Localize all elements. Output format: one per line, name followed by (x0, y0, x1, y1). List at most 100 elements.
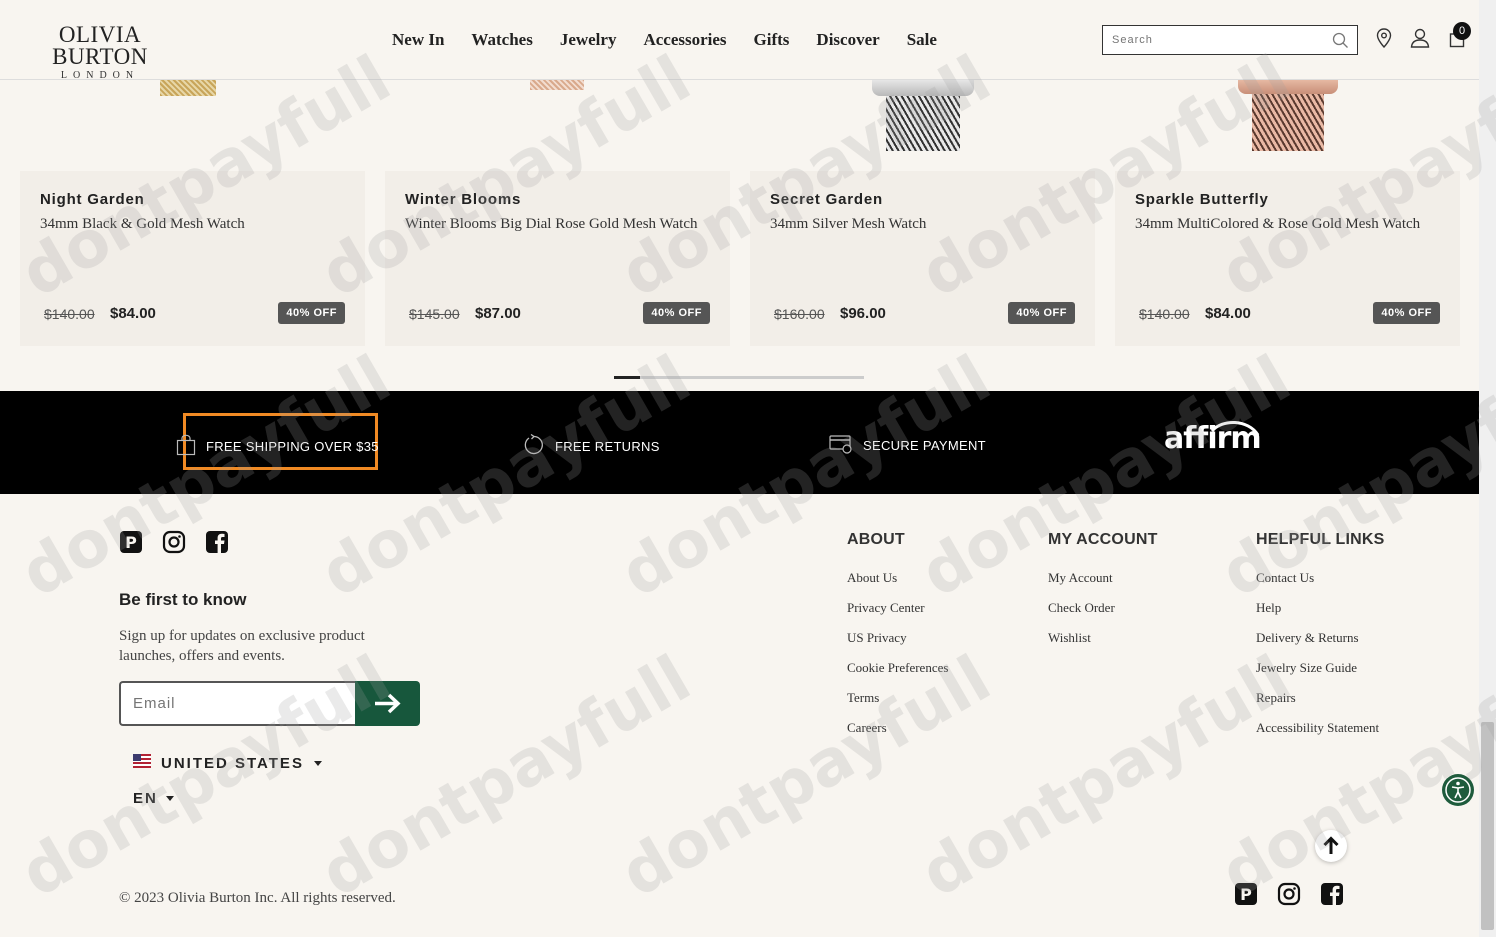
facebook-icon[interactable] (205, 530, 229, 554)
site-logo[interactable]: OLIVIA BURTON LONDON (14, 22, 186, 81)
footer-link[interactable]: Careers (847, 713, 948, 743)
footer-link[interactable]: Cookie Preferences (847, 653, 948, 683)
newsletter-heading: Be first to know (119, 590, 247, 609)
footer-column-about: ABOUT About Us Privacy Center US Privacy… (847, 531, 948, 743)
product-card[interactable]: Winter Blooms Winter Blooms Big Dial Ros… (385, 171, 730, 346)
nav-watches[interactable]: Watches (471, 30, 532, 50)
credit-card-icon (829, 434, 853, 457)
newsletter-submit-button[interactable] (355, 681, 420, 726)
carousel-progress[interactable] (614, 376, 864, 379)
chevron-down-icon (165, 796, 174, 801)
returns-arrow-icon (523, 433, 545, 459)
product-sale-price: $84.00 (110, 305, 156, 322)
product-title[interactable]: Winter Blooms Big Dial Rose Gold Mesh Wa… (405, 216, 697, 233)
product-original-price: $160.00 (774, 306, 825, 322)
newsletter-description: Sign up for updates on exclusive product… (119, 628, 365, 664)
arrow-right-icon (375, 693, 401, 714)
footer-link[interactable]: Help (1256, 593, 1385, 623)
accessibility-widget-button[interactable] (1442, 774, 1474, 806)
free-shipping-benefit[interactable]: FREE SHIPPING OVER $35 (176, 434, 379, 459)
back-to-top-button[interactable] (1315, 830, 1347, 862)
main-nav: New In Watches Jewelry Accessories Gifts… (392, 30, 937, 50)
product-title[interactable]: 34mm Black & Gold Mesh Watch (40, 216, 245, 233)
secure-payment-benefit[interactable]: SECURE PAYMENT (829, 434, 986, 457)
footer-column-helpful-links: HELPFUL LINKS Contact Us Help Delivery &… (1256, 531, 1385, 743)
product-image-secret-garden[interactable] (886, 96, 960, 151)
product-collection: Winter Blooms (405, 191, 522, 208)
search-box (1102, 25, 1358, 55)
facebook-icon[interactable] (1320, 882, 1344, 906)
discount-badge: 40% OFF (643, 302, 710, 324)
instagram-icon[interactable] (1277, 882, 1301, 906)
language-label: EN (133, 790, 158, 807)
product-image-sparkle-butterfly-case (1238, 80, 1338, 94)
nav-sale[interactable]: Sale (907, 30, 937, 50)
email-input[interactable] (121, 683, 357, 724)
pinterest-icon[interactable]: P (119, 530, 143, 554)
cart-count-badge: 0 (1453, 22, 1471, 40)
footer-link[interactable]: US Privacy (847, 623, 948, 653)
product-collection: Secret Garden (770, 191, 883, 208)
site-header: OLIVIA BURTON LONDON New In Watches Jewe… (0, 0, 1479, 81)
product-title[interactable]: 34mm Silver Mesh Watch (770, 216, 926, 233)
benefits-bar: FREE SHIPPING OVER $35 FREE RETURNS SECU… (0, 391, 1479, 494)
footer-link[interactable]: My Account (1048, 563, 1158, 593)
store-locator-icon[interactable] (1376, 28, 1392, 53)
footer-link[interactable]: About Us (847, 563, 948, 593)
product-image-winter-blooms[interactable] (530, 80, 584, 90)
footer-heading: ABOUT (847, 531, 905, 548)
footer-link[interactable]: Jewelry Size Guide (1256, 653, 1385, 683)
instagram-icon[interactable] (162, 530, 186, 554)
scrollbar-thumb[interactable] (1481, 722, 1494, 930)
country-selector[interactable]: UNITED STATES (133, 754, 322, 772)
social-links-top: P (119, 530, 229, 554)
footer-column-my-account: MY ACCOUNT My Account Check Order Wishli… (1048, 531, 1158, 653)
language-selector[interactable]: EN (133, 790, 174, 807)
svg-text:P: P (1240, 885, 1252, 904)
product-card[interactable]: Night Garden 34mm Black & Gold Mesh Watc… (20, 171, 365, 346)
footer-link[interactable]: Wishlist (1048, 623, 1158, 653)
search-icon[interactable] (1332, 32, 1349, 54)
product-sale-price: $96.00 (840, 305, 886, 322)
affirm-arc-icon (1210, 421, 1260, 436)
secure-payment-label: SECURE PAYMENT (863, 438, 986, 453)
affirm-logo[interactable]: affirm (1164, 421, 1262, 456)
footer-link[interactable]: Check Order (1048, 593, 1158, 623)
product-card[interactable]: Secret Garden 34mm Silver Mesh Watch $16… (750, 171, 1095, 346)
us-flag-icon (133, 754, 151, 772)
accessibility-icon (1445, 777, 1471, 803)
product-original-price: $145.00 (409, 306, 460, 322)
discount-badge: 40% OFF (278, 302, 345, 324)
social-links-bottom: P (1234, 882, 1344, 906)
product-card[interactable]: Sparkle Butterfly 34mm MultiColored & Ro… (1115, 171, 1460, 346)
product-sale-price: $84.00 (1205, 305, 1251, 322)
footer-link[interactable]: Delivery & Returns (1256, 623, 1385, 653)
footer-link[interactable]: Repairs (1256, 683, 1385, 713)
free-shipping-label: FREE SHIPPING OVER $35 (206, 439, 379, 454)
search-input[interactable] (1103, 26, 1323, 54)
nav-discover[interactable]: Discover (816, 30, 879, 50)
footer-heading: HELPFUL LINKS (1256, 531, 1385, 548)
footer-link[interactable]: Contact Us (1256, 563, 1385, 593)
footer-link[interactable]: Terms (847, 683, 948, 713)
nav-jewelry[interactable]: Jewelry (560, 30, 617, 50)
account-icon[interactable] (1410, 28, 1430, 53)
copyright-text: © 2023 Olivia Burton Inc. All rights res… (119, 890, 396, 906)
chevron-down-icon (313, 760, 322, 766)
page-scrollbar[interactable] (1479, 0, 1496, 937)
nav-accessories[interactable]: Accessories (643, 30, 726, 50)
free-returns-benefit[interactable]: FREE RETURNS (523, 433, 660, 459)
nav-new-in[interactable]: New In (392, 30, 444, 50)
product-title[interactable]: 34mm MultiColored & Rose Gold Mesh Watch (1135, 216, 1420, 233)
discount-badge: 40% OFF (1373, 302, 1440, 324)
product-image-night-garden[interactable] (160, 80, 216, 96)
footer-link[interactable]: Privacy Center (847, 593, 948, 623)
logo-name: OLIVIA BURTON (52, 22, 148, 69)
nav-gifts[interactable]: Gifts (754, 30, 790, 50)
footer-link[interactable]: Accessibility Statement (1256, 713, 1385, 743)
product-image-sparkle-butterfly[interactable] (1252, 94, 1324, 151)
country-label: UNITED STATES (161, 754, 304, 772)
pinterest-icon[interactable]: P (1234, 882, 1258, 906)
discount-badge: 40% OFF (1008, 302, 1075, 324)
svg-text:P: P (125, 533, 137, 552)
